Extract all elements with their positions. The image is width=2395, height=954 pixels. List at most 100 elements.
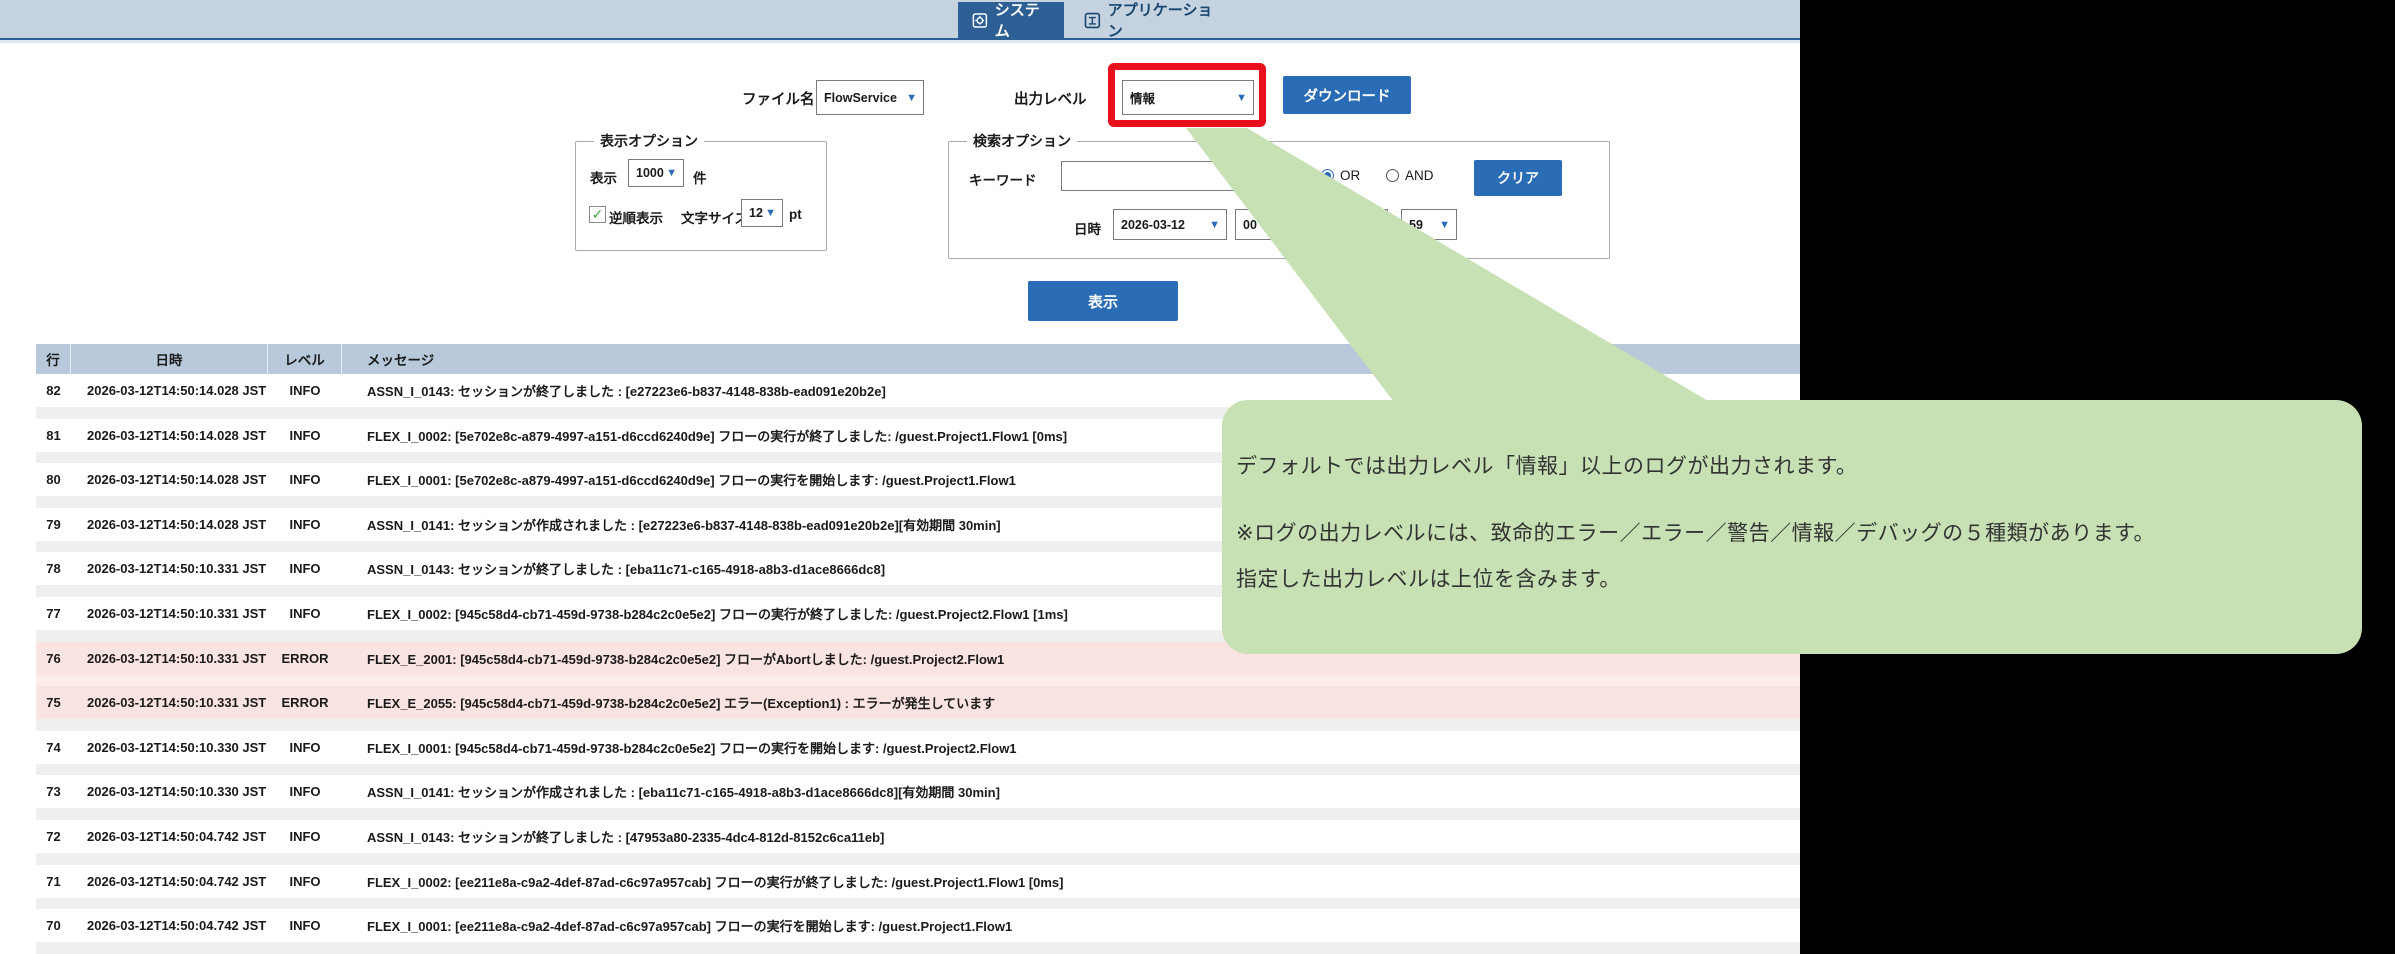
table-row: 73 2026-03-12T14:50:10.330 JST INFO ASSN… [36,775,1800,820]
chevron-down-icon: ▼ [765,207,776,219]
row-message: FLEX_I_0002: [945c58d4-cb71-459d-9738-b2… [342,604,1068,623]
radio-and-circle [1386,169,1399,182]
log-table-header: 行 日時 レベル メッセージ [36,344,1800,374]
row-message: ASSN_I_0143: セッションが終了しました : [47953a80-23… [342,827,884,846]
count-suffix-label: 件 [693,167,707,187]
row-message: ASSN_I_0143: セッションが終了しました : [eba11c71-c1… [342,559,885,578]
row-message: FLEX_I_0001: [5e702e8c-a879-4997-a151-d6… [342,470,1016,489]
annotation-line-1: デフォルトでは出力レベル「情報」以上のログが出力されます。 [1236,450,1857,480]
row-level: INFO [268,918,342,933]
row-datetime: 2026-03-12T14:50:10.330 JST [71,784,268,799]
tab-application[interactable]: アプリケーション [1070,2,1240,38]
radio-and[interactable]: AND [1386,168,1434,183]
row-level: INFO [268,383,342,398]
display-options-legend: 表示オプション [594,131,704,151]
row-level: INFO [268,829,342,844]
row-level: INFO [268,874,342,889]
log-viewer-window: システム アプリケーション ファイル名 FlowService ▼ 出力レベル … [0,0,1800,954]
row-level: INFO [268,784,342,799]
row-datetime: 2026-03-12T14:50:10.331 JST [71,695,268,710]
download-button[interactable]: ダウンロード [1283,76,1411,114]
row-line-number: 70 [36,918,71,933]
show-count-label: 表示 [590,167,617,187]
annotation-bubble: デフォルトでは出力レベル「情報」以上のログが出力されます。 ※ログの出力レベルに… [1222,400,2362,654]
row-line-number: 76 [36,651,71,666]
radio-or-label: OR [1340,168,1360,183]
table-row: 70 2026-03-12T14:50:04.742 JST INFO FLEX… [36,909,1800,954]
column-header-level: レベル [268,344,342,374]
time-colon: : [1294,217,1298,232]
reverse-order-checkbox[interactable]: ✓ [589,206,606,223]
row-level: INFO [268,561,342,576]
font-size-label: 文字サイズ [681,207,748,227]
radio-or[interactable]: OR [1321,168,1360,183]
row-datetime: 2026-03-12T14:50:10.331 JST [71,651,268,666]
output-level-label: 出力レベル [1014,88,1087,109]
row-line-number: 79 [36,517,71,532]
start-date-select[interactable]: 2026-03-12 ▼ [1113,209,1227,240]
row-level: INFO [268,517,342,532]
file-name-select[interactable]: FlowService ▼ [816,80,924,115]
table-row: 72 2026-03-12T14:50:04.742 JST INFO ASSN… [36,820,1800,865]
tab-application-label: アプリケーション [1108,0,1226,41]
row-message: ASSN_I_0141: セッションが作成されました : [e27223e6-b… [342,515,1001,534]
output-level-value: 情報 [1130,88,1155,107]
font-size-value: 12 [749,206,763,220]
start-date-value: 2026-03-12 [1121,218,1185,232]
file-name-label: ファイル名 [742,88,815,109]
start-minute-value: 00 [1313,218,1327,232]
row-line-number: 82 [36,383,71,398]
font-size-select[interactable]: 12 ▼ [741,199,783,227]
column-header-message: メッセージ [342,344,1800,374]
font-size-unit-label: pt [789,207,802,222]
tab-system-label: システム [995,0,1050,41]
row-message: FLEX_I_0001: [945c58d4-cb71-459d-9738-b2… [342,738,1017,757]
search-options-fieldset: 検索オプション キーワード OR AND クリア 日時 2026-03-12 ▼… [948,131,1610,259]
show-count-value: 1000 [636,166,664,180]
column-header-datetime: 日時 [71,344,268,374]
start-hour-select[interactable]: 00 ▼ [1235,209,1287,240]
show-button[interactable]: 表示 [1028,281,1178,321]
row-level: INFO [268,740,342,755]
row-message: FLEX_I_0001: [ee211e8a-c9a2-4def-87ad-c6… [342,916,1012,935]
end-hour-select-partially-hidden[interactable] [1344,209,1388,240]
row-level: INFO [268,606,342,621]
keyword-input[interactable] [1061,161,1299,191]
start-hour-value: 00 [1243,218,1257,232]
search-options-legend: 検索オプション [967,131,1077,151]
chevron-down-icon: ▼ [1439,219,1450,231]
row-datetime: 2026-03-12T14:50:14.028 JST [71,517,268,532]
row-datetime: 2026-03-12T14:50:14.028 JST [71,383,268,398]
system-gear-icon [972,12,988,29]
row-level: ERROR [268,651,342,666]
radio-and-label: AND [1405,168,1434,183]
row-line-number: 81 [36,428,71,443]
top-tab-bar: システム アプリケーション [0,0,1800,40]
chevron-down-icon: ▼ [1269,219,1280,231]
application-window-icon [1084,12,1101,29]
output-level-select[interactable]: 情報 ▼ [1122,80,1254,115]
chevron-down-icon: ▼ [666,167,677,179]
row-line-number: 75 [36,695,71,710]
datetime-label: 日時 [1074,218,1101,238]
row-datetime: 2026-03-12T14:50:04.742 JST [71,829,268,844]
row-message: FLEX_I_0002: [5e702e8c-a879-4997-a151-d6… [342,426,1067,445]
table-row: 74 2026-03-12T14:50:10.330 JST INFO FLEX… [36,731,1800,776]
annotation-line-2: ※ログの出力レベルには、致命的エラー／エラー／警告／情報／デバッグの５種類があり… [1236,517,2155,547]
row-datetime: 2026-03-12T14:50:10.331 JST [71,606,268,621]
file-name-value: FlowService [824,91,897,105]
show-count-select[interactable]: 1000 ▼ [628,159,684,187]
row-datetime: 2026-03-12T14:50:14.028 JST [71,472,268,487]
row-datetime: 2026-03-12T14:50:10.331 JST [71,561,268,576]
end-minute-value: 59 [1409,218,1423,232]
column-header-line: 行 [36,344,71,374]
row-message: FLEX_I_0002: [ee211e8a-c9a2-4def-87ad-c6… [342,872,1064,891]
row-line-number: 74 [36,740,71,755]
display-options-fieldset: 表示オプション 表示 1000 ▼ 件 ✓ 逆順表示 文字サイズ 12 ▼ pt [575,131,827,251]
row-level: ERROR [268,695,342,710]
end-minute-select[interactable]: 59 ▼ [1401,209,1457,240]
clear-button[interactable]: クリア [1474,160,1562,196]
row-line-number: 77 [36,606,71,621]
tab-system[interactable]: システム [958,2,1064,38]
row-line-number: 73 [36,784,71,799]
